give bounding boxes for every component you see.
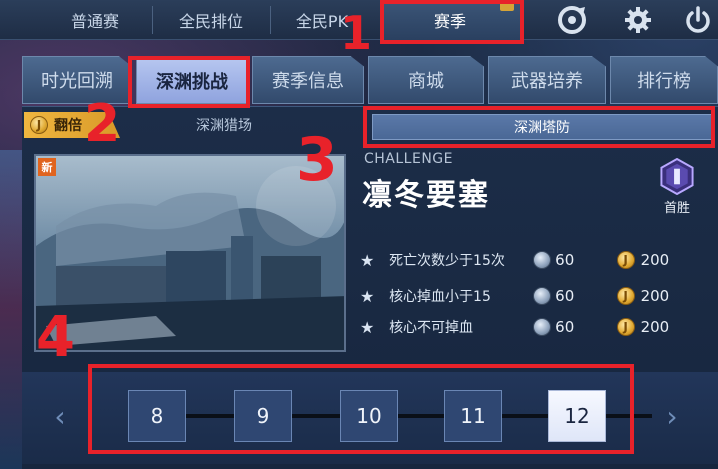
condition-text: 核心不可掉血 [389,320,474,336]
subtab-leaderboard[interactable]: 排行榜 [610,56,718,104]
chevron-right-icon[interactable]: › [662,400,682,433]
gem-reward: 60 [533,251,616,269]
condition-row: ★ 核心不可掉血 60 200 [360,315,700,339]
double-reward-badge: 翻倍 [24,112,120,138]
level-node[interactable]: 10 [340,390,398,442]
chevron-left-icon[interactable]: ‹ [50,400,70,433]
gem-reward: 60 [533,318,616,336]
subtab-season-info[interactable]: 赛季信息 [252,56,364,104]
power-icon[interactable] [680,2,716,38]
level-connector [290,414,340,418]
background-streak [0,150,22,469]
level-connector [396,414,446,418]
map-scene-illustration [36,156,344,350]
tab-pk[interactable]: 全民PK [272,0,372,40]
coin-icon [616,318,635,336]
level-node[interactable]: 8 [128,390,186,442]
gem-amount: 60 [555,287,575,305]
new-badge [500,2,514,11]
star-icon: ★ [360,286,375,306]
tab-ranked[interactable]: 全民排位 [154,0,268,40]
coin-icon [30,116,48,134]
coin-amount: 200 [640,251,670,269]
coin-reward: 200 [616,251,700,269]
subtab-time-rewind[interactable]: 时光回溯 [22,56,132,104]
tab-normal-match[interactable]: 普通赛 [40,0,150,40]
level-connector [604,414,652,418]
subtab-shop[interactable]: 商城 [368,56,484,104]
nav-divider [270,6,271,34]
star-icon: ★ [360,317,375,337]
mode-abyss-hunt[interactable]: 深渊猎场 [124,112,324,138]
level-node[interactable]: 9 [234,390,292,442]
gem-icon [533,318,552,336]
tab-season[interactable]: 赛季 [380,0,520,40]
mode-abyss-defense[interactable]: 深渊塔防 [372,114,712,140]
condition-text: 死亡次数少于15次 [389,253,505,269]
new-tag: 新 [38,158,56,176]
double-label: 翻倍 [54,118,82,134]
subtab-weapon-training[interactable]: 武器培养 [488,56,606,104]
gem-amount: 60 [555,251,575,269]
challenge-label: CHALLENGE [364,151,453,167]
map-preview-image: 新 [34,154,346,352]
coin-amount: 200 [640,318,670,336]
tab-season-label: 赛季 [433,12,466,31]
star-icon: ★ [360,250,375,270]
subtab-abyss-challenge[interactable]: 深渊挑战 [136,58,248,104]
gem-icon [533,251,552,269]
coin-reward: 200 [616,318,700,336]
coin-amount: 200 [640,287,670,305]
nav-divider [152,6,153,34]
gem-reward: 60 [533,287,616,305]
condition-row: ★ 核心掉血小于15 60 200 [360,284,700,308]
disc-icon[interactable] [554,2,590,38]
coin-icon [616,287,635,305]
condition-text: 核心掉血小于15 [389,289,491,305]
first-win-label: 首胜 [663,201,690,216]
first-win-emblem-icon [660,158,694,195]
gem-amount: 60 [555,318,575,336]
level-node-selected[interactable]: 12 [548,390,606,442]
level-node[interactable]: 11 [444,390,502,442]
level-connector [502,414,548,418]
first-win-badge: 首胜 [652,158,702,216]
gem-icon [533,287,552,305]
coin-reward: 200 [616,287,700,305]
map-title: 凛冬要塞 [362,178,490,213]
condition-row: ★ 死亡次数少于15次 60 200 [360,248,700,272]
top-nav: 普通赛 全民排位 全民PK 赛季 [0,0,718,40]
coin-icon [616,251,635,269]
gear-icon[interactable] [620,2,656,38]
level-connector [184,414,234,418]
